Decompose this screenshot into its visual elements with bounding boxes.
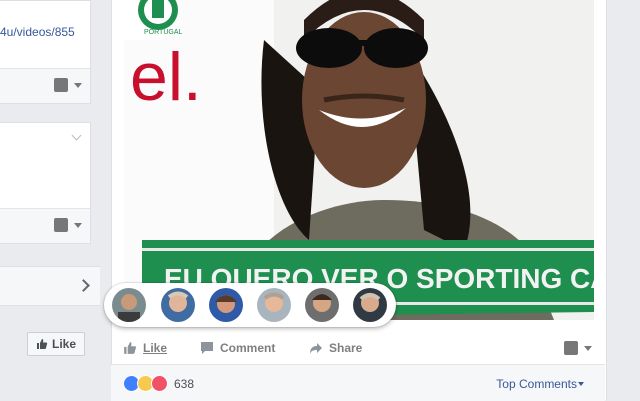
logo-text: PORTUGAL	[144, 29, 182, 36]
post-photo[interactable]: PORTUGAL el. EU QUERO VER O SPORTING CAM…	[124, 0, 594, 320]
share-arrow-icon	[310, 343, 322, 354]
thumbs-up-icon	[36, 339, 48, 349]
love-reaction-icon[interactable]	[151, 375, 168, 392]
card-2-footer	[0, 208, 90, 243]
page-like-label: Like	[51, 337, 76, 351]
reaction-face-6[interactable]	[353, 288, 387, 322]
chevron-down-icon[interactable]	[71, 130, 82, 141]
reactions-tray	[104, 283, 396, 327]
reaction-face-1[interactable]	[112, 288, 146, 322]
caret-down-icon[interactable]	[584, 346, 592, 351]
avatar-icon[interactable]	[54, 218, 68, 232]
reaction-face-3[interactable]	[209, 288, 243, 322]
share-label: Share	[329, 341, 363, 355]
card-1-footer	[0, 68, 90, 103]
left-row-bar[interactable]	[0, 266, 100, 306]
share-action[interactable]: Share	[309, 334, 362, 362]
chevron-right-icon[interactable]	[77, 279, 90, 292]
left-card-1: 4u/videos/855	[0, 0, 91, 104]
caret-down-icon[interactable]	[74, 83, 82, 88]
left-column: 4u/videos/855 Like	[0, 0, 100, 400]
reaction-face-4[interactable]	[257, 288, 291, 322]
sign-text: el.	[130, 39, 202, 115]
comment-label: Comment	[220, 341, 276, 355]
caret-down-icon[interactable]	[578, 382, 584, 386]
comment-icon	[201, 342, 213, 354]
comment-action[interactable]: Comment	[200, 334, 275, 362]
reaction-count[interactable]: 638	[174, 377, 194, 391]
reaction-face-5[interactable]	[305, 288, 339, 322]
page-like-button[interactable]: Like	[27, 332, 85, 356]
reaction-face-2[interactable]	[161, 288, 195, 322]
photo-illustration: PORTUGAL el. EU QUERO VER O SPORTING CAM…	[124, 0, 594, 320]
top-comments-dropdown[interactable]: Top Comments	[496, 377, 577, 391]
avatar-icon[interactable]	[54, 78, 68, 92]
reaction-summary-bar: 638 Top Comments	[111, 364, 605, 401]
avatar-icon[interactable]	[564, 341, 578, 355]
post-action-bar: Like Comment Share	[111, 334, 605, 362]
like-label: Like	[143, 341, 168, 355]
caret-down-icon[interactable]	[74, 223, 82, 228]
video-link[interactable]: 4u/videos/855	[0, 25, 75, 39]
left-card-2	[0, 122, 91, 244]
thumbs-up-icon	[124, 342, 137, 354]
like-action[interactable]: Like	[123, 334, 167, 362]
